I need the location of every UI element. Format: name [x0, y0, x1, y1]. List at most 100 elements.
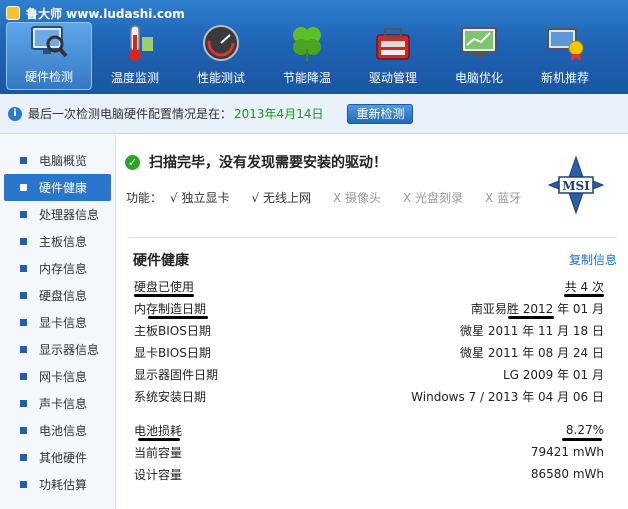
ludashi-logo-icon: [6, 6, 20, 20]
check-circle-icon: ✓: [125, 154, 140, 170]
row-value: 8.27%: [565, 423, 604, 437]
row-value: 79421 mWh: [530, 445, 604, 459]
msi-logo-text: MSI: [562, 179, 590, 193]
pc-award-icon: [545, 23, 585, 63]
tab-optimize[interactable]: 电脑优化: [436, 22, 522, 90]
tab-label: 节能降温: [282, 71, 331, 85]
monitor-magnifier-icon: [29, 22, 69, 62]
info-icon: i: [8, 106, 22, 121]
row-value: 86580 mWh: [530, 467, 604, 481]
sidebar-item-network[interactable]: 网卡信息: [0, 363, 115, 390]
bullet-icon: [20, 265, 27, 272]
health-table: 硬盘已使用 共 4 次 内存制造日期 南亚易胜 2012 年 01 月 主板BI…: [134, 275, 604, 485]
tab-label: 驱动管理: [368, 71, 417, 85]
msi-logo: MSI: [545, 155, 607, 215]
tab-performance[interactable]: 性能测试: [178, 22, 264, 90]
sidebar-item-overview[interactable]: 电脑概览: [0, 147, 115, 174]
sidebar-item-gpu[interactable]: 显卡信息: [0, 309, 115, 336]
tab-driver-manage[interactable]: 驱动管理: [350, 22, 436, 90]
tab-label: 硬件检测: [24, 70, 73, 84]
sidebar-item-battery[interactable]: 电池信息: [0, 417, 115, 444]
sidebar-item-label: 其他硬件: [39, 451, 88, 465]
bullet-icon: [20, 427, 27, 434]
speedometer-icon: [201, 23, 241, 63]
toolbox-icon: [373, 23, 413, 63]
table-row: 设计容量 86580 mWh: [134, 463, 604, 485]
bullet-icon: [20, 319, 27, 326]
sidebar-item-motherboard[interactable]: 主板信息: [0, 228, 115, 255]
sidebar-item-hardware-health[interactable]: 硬件健康: [4, 174, 111, 201]
rescan-button[interactable]: 重新检测: [347, 103, 414, 124]
table-row: 内存制造日期 南亚易胜 2012 年 01 月: [134, 297, 604, 319]
feature-bluetooth: X 蓝牙: [485, 191, 522, 205]
sidebar-item-label: 功耗估算: [39, 478, 88, 492]
tab-label: 性能测试: [196, 71, 245, 85]
row-key: 电池损耗: [134, 423, 183, 438]
row-key: 主板BIOS日期: [134, 323, 211, 338]
bullet-icon: [20, 292, 27, 299]
row-key: 设计容量: [134, 467, 183, 482]
sidebar-item-memory[interactable]: 内存信息: [0, 255, 115, 282]
sidebar-item-label: 硬件健康: [39, 181, 88, 195]
sidebar-item-label: 主板信息: [39, 235, 88, 249]
clover-icon: [287, 23, 327, 63]
tab-hardware-detect[interactable]: 硬件检测: [6, 22, 92, 90]
sidebar-item-label: 网卡信息: [39, 370, 88, 384]
sidebar-item-audio[interactable]: 声卡信息: [0, 390, 115, 417]
sidebar-item-monitor[interactable]: 显示器信息: [0, 336, 115, 363]
sidebar-item-label: 显卡信息: [39, 316, 88, 330]
table-row: 硬盘已使用 共 4 次: [134, 275, 604, 297]
sidebar-item-label: 显示器信息: [39, 343, 100, 357]
table-row: 显示器固件日期 LG 2009 年 01 月: [134, 363, 604, 385]
feature-camera: X 摄像头: [332, 191, 381, 205]
table-row: 当前容量 79421 mWh: [134, 441, 604, 463]
table-row: 电池损耗 8.27%: [134, 419, 604, 441]
bullet-icon: [20, 373, 27, 380]
table-row: 主板BIOS日期 微星 2011 年 11 月 18 日: [134, 319, 604, 341]
sidebar-item-disk[interactable]: 硬盘信息: [0, 282, 115, 309]
tab-energy-saving[interactable]: 节能降温: [264, 22, 350, 90]
row-key: 内存制造日期: [134, 301, 207, 316]
sidebar-item-label: 电脑概览: [39, 154, 88, 168]
app-title: 鲁大师 www.ludashi.com: [26, 6, 185, 21]
row-key: 显卡BIOS日期: [134, 345, 211, 360]
app-header: 鲁大师 www.ludashi.com 硬件检测 温度监测 性能测试 节能降温: [0, 0, 628, 94]
bullet-icon: [20, 481, 27, 488]
feature-disc-burn: X 光盘刻录: [403, 191, 464, 205]
bullet-icon: [20, 184, 27, 191]
thermometer-icon: [115, 23, 155, 63]
sidebar-item-label: 电池信息: [39, 424, 88, 438]
bullet-icon: [20, 454, 27, 461]
table-row: 显卡BIOS日期 微星 2011 年 08 月 24 日: [134, 341, 604, 363]
screen-chart-icon: [459, 23, 499, 63]
bullet-icon: [20, 238, 27, 245]
last-scan-date: 2013年4月14日: [234, 107, 324, 121]
sidebar-item-power[interactable]: 功耗估算: [0, 471, 115, 498]
sidebar-item-label: 内存信息: [39, 262, 88, 276]
row-value: Windows 7 / 2013 年 04 月 06 日: [411, 389, 604, 404]
scan-result: ✓ 扫描完毕，没有发现需要安装的驱动！: [125, 152, 387, 172]
feature-discrete-gpu: √ 独立显卡: [170, 191, 230, 205]
scan-message: 扫描完毕，没有发现需要安装的驱动！: [149, 155, 387, 171]
row-value: 微星 2011 年 08 月 24 日: [460, 345, 604, 360]
feature-label: 功能：: [126, 191, 163, 205]
divider: [129, 237, 617, 238]
feature-wireless: √ 无线上网: [251, 191, 311, 205]
row-value: 微星 2011 年 11 月 18 日: [460, 323, 604, 338]
tab-new-pc[interactable]: 新机推荐: [522, 22, 608, 90]
bullet-icon: [20, 400, 27, 407]
sidebar-item-label: 处理器信息: [39, 208, 100, 222]
copy-info-link[interactable]: 复制信息: [569, 251, 617, 268]
bullet-icon: [20, 157, 27, 164]
tab-temperature[interactable]: 温度监测: [92, 22, 178, 90]
last-scan-text: 最后一次检测电脑硬件配置情况是在：: [28, 107, 233, 121]
sidebar-item-cpu[interactable]: 处理器信息: [0, 201, 115, 228]
row-key: 硬盘已使用: [134, 279, 195, 294]
sidebar-item-other[interactable]: 其他硬件: [0, 444, 115, 471]
main-panel: ✓ 扫描完毕，没有发现需要安装的驱动！ 功能： √ 独立显卡 √ 无线上网 X …: [117, 135, 628, 509]
tab-label: 温度监测: [110, 71, 159, 85]
last-scan-bar: i 最后一次检测电脑硬件配置情况是在： 2013年4月14日 重新检测: [0, 94, 628, 134]
tab-label: 电脑优化: [454, 71, 503, 85]
row-key: 显示器固件日期: [134, 367, 219, 382]
row-value: LG 2009 年 01 月: [502, 367, 604, 382]
